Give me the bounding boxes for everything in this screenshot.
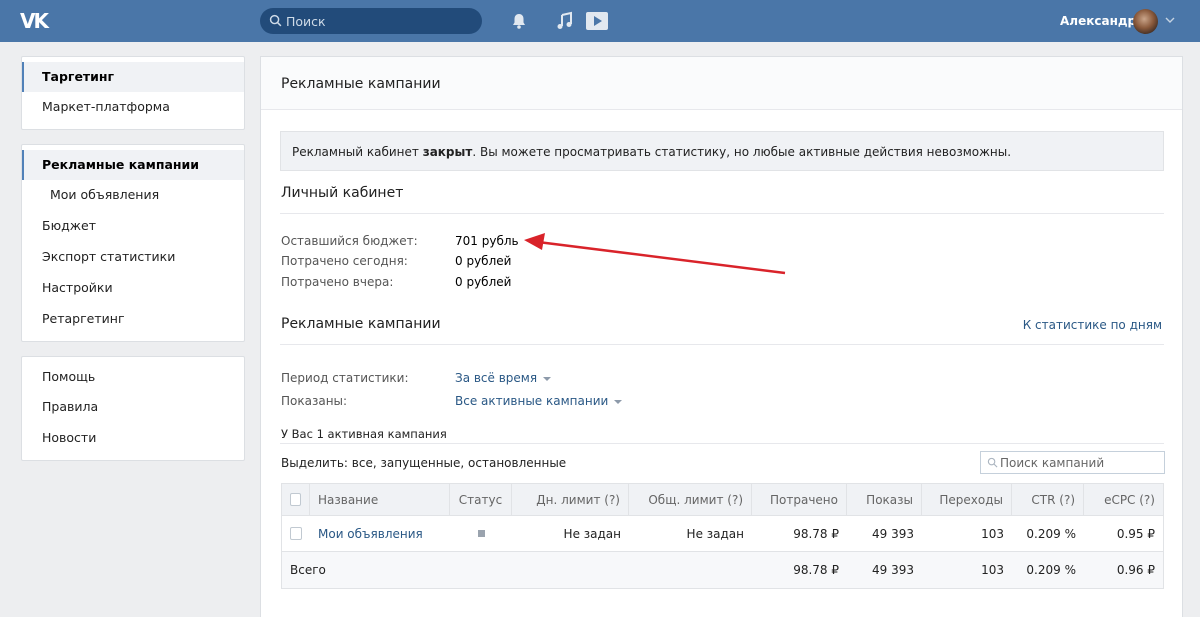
campaigns-table: Название Статус Дн. лимит (?) Общ. лимит… bbox=[281, 483, 1164, 589]
column-header-total-limit[interactable]: Общ. лимит (?) bbox=[629, 484, 752, 515]
shown-label: Показаны: bbox=[281, 394, 348, 408]
status-indicator-icon[interactable] bbox=[477, 530, 485, 537]
notifications-bell-icon[interactable] bbox=[509, 11, 529, 31]
total-spent-cell: 98.78 ₽ bbox=[793, 563, 839, 577]
period-label: Период статистики: bbox=[281, 371, 409, 385]
shown-dropdown-value: Все активные кампании bbox=[455, 394, 609, 408]
campaign-search-input[interactable] bbox=[1000, 452, 1160, 473]
row-checkbox-cell bbox=[282, 516, 310, 551]
column-header-ecpc[interactable]: eCPC (?) bbox=[1084, 484, 1163, 515]
total-impressions-cell: 49 393 bbox=[872, 563, 914, 577]
column-header-clicks[interactable]: Переходы bbox=[922, 484, 1012, 515]
remaining-budget-value: 701 рубль bbox=[455, 234, 519, 248]
table-header-row: Название Статус Дн. лимит (?) Общ. лимит… bbox=[282, 484, 1163, 516]
column-header-ctr[interactable]: CTR (?) bbox=[1012, 484, 1084, 515]
select-all-checkbox[interactable] bbox=[290, 493, 301, 506]
user-name[interactable]: Александр bbox=[1060, 14, 1136, 28]
page-title: Рекламные кампании bbox=[281, 76, 441, 92]
column-header-day-limit[interactable]: Дн. лимит (?) bbox=[512, 484, 629, 515]
column-header-impressions[interactable]: Показы bbox=[847, 484, 922, 515]
sidebar-item-news[interactable]: Новости bbox=[22, 423, 244, 453]
daily-stats-link[interactable]: К статистике по дням bbox=[1023, 318, 1162, 332]
divider bbox=[280, 344, 1164, 345]
campaign-name-link[interactable]: Мои объявления bbox=[318, 527, 423, 541]
sidebar-group-products: Таргетинг Маркет-платформа bbox=[21, 56, 245, 130]
select-all-checkbox-cell bbox=[282, 484, 310, 515]
ctr-cell: 0.209 % bbox=[1026, 526, 1076, 541]
divider bbox=[280, 213, 1164, 214]
avatar[interactable] bbox=[1133, 9, 1158, 34]
spent-today-value: 0 рублей bbox=[455, 254, 512, 268]
column-header-name[interactable]: Название bbox=[310, 484, 450, 515]
column-header-spent[interactable]: Потрачено bbox=[752, 484, 847, 515]
sidebar-item-settings[interactable]: Настройки bbox=[22, 273, 244, 303]
row-checkbox[interactable] bbox=[290, 527, 302, 540]
shown-dropdown[interactable]: Все активные кампании bbox=[455, 394, 623, 408]
period-dropdown[interactable]: За всё время bbox=[455, 371, 552, 385]
spent-yesterday-label: Потрачено вчера: bbox=[281, 275, 394, 289]
sidebar-item-rules[interactable]: Правила bbox=[22, 392, 244, 422]
total-label-cell: Всего bbox=[290, 563, 326, 577]
vk-logo[interactable]: VK bbox=[20, 10, 54, 32]
search-icon bbox=[269, 14, 282, 27]
spent-yesterday-value: 0 рублей bbox=[455, 275, 512, 289]
main-header: Рекламные кампании bbox=[261, 57, 1182, 110]
period-dropdown-value: За всё время bbox=[455, 371, 538, 385]
music-icon[interactable] bbox=[555, 11, 575, 31]
clicks-cell: 103 bbox=[981, 526, 1004, 541]
select-stopped-link[interactable]: остановленные bbox=[468, 456, 566, 470]
table-row: Мои объявления Не задан Не задан 98.78 ₽… bbox=[282, 516, 1163, 552]
sidebar-item-export-stats[interactable]: Экспорт статистики bbox=[22, 242, 244, 272]
sidebar-item-my-ads[interactable]: Мои объявления bbox=[22, 180, 244, 210]
vk-ads-page: VK Александр Таргетинг Маркет-платформа … bbox=[0, 0, 1200, 617]
day-limit-cell[interactable]: Не задан bbox=[512, 516, 629, 551]
top-navigation-bar: VK Александр bbox=[0, 0, 1200, 42]
sidebar-item-ad-campaigns[interactable]: Рекламные кампании bbox=[22, 150, 244, 180]
sidebar-item-budget[interactable]: Бюджет bbox=[22, 211, 244, 241]
sidebar-group-campaigns: Рекламные кампании Мои объявления Бюджет… bbox=[21, 144, 245, 342]
account-closed-notice: Рекламный кабинет закрыт. Вы можете прос… bbox=[280, 131, 1164, 171]
remaining-budget-label: Оставшийся бюджет: bbox=[281, 234, 418, 248]
play-video-icon[interactable] bbox=[586, 11, 608, 31]
notice-prefix: Рекламный кабинет bbox=[292, 145, 423, 159]
sidebar-group-help: Помощь Правила Новости bbox=[21, 356, 245, 461]
column-header-status[interactable]: Статус bbox=[450, 484, 512, 515]
notice-bold: закрыт bbox=[422, 145, 473, 159]
select-prefix: Выделить: bbox=[281, 456, 352, 470]
select-all-link[interactable]: все bbox=[352, 456, 373, 470]
spent-today-label: Потрачено сегодня: bbox=[281, 254, 408, 268]
impressions-cell: 49 393 bbox=[872, 526, 914, 541]
divider bbox=[280, 443, 1164, 444]
search-input[interactable] bbox=[286, 8, 476, 34]
total-ctr-cell: 0.209 % bbox=[1026, 563, 1076, 577]
ecpc-cell: 0.95 ₽ bbox=[1116, 526, 1155, 541]
chevron-down-icon[interactable] bbox=[1164, 14, 1176, 26]
select-running-link[interactable]: запущенные bbox=[380, 456, 460, 470]
sidebar-item-market-platform[interactable]: Маркет-платформа bbox=[22, 92, 244, 122]
active-campaign-count: У Вас 1 активная кампания bbox=[281, 427, 447, 441]
total-limit-cell[interactable]: Не задан bbox=[629, 516, 752, 551]
search-icon bbox=[987, 457, 998, 468]
spent-cell: 98.78 ₽ bbox=[793, 526, 839, 541]
sidebar-item-retargeting[interactable]: Ретаргетинг bbox=[22, 304, 244, 334]
total-ecpc-cell: 0.96 ₽ bbox=[1116, 563, 1155, 577]
campaigns-section-title: Рекламные кампании bbox=[281, 316, 441, 332]
caret-down-icon bbox=[614, 399, 623, 404]
campaign-search[interactable] bbox=[980, 451, 1165, 474]
select-filter-row: Выделить: все, запущенные, остановленные bbox=[281, 456, 567, 470]
total-clicks-cell: 103 bbox=[981, 563, 1004, 577]
account-section-title: Личный кабинет bbox=[281, 185, 404, 201]
campaign-name-cell: Мои объявления bbox=[310, 516, 450, 551]
table-total-row: Всего 98.78 ₽ 49 393 103 0.209 % 0.96 ₽ bbox=[282, 552, 1163, 588]
notice-text: Рекламный кабинет закрыт. Вы можете прос… bbox=[292, 145, 1011, 159]
sidebar-item-help[interactable]: Помощь bbox=[22, 362, 244, 392]
global-search[interactable] bbox=[260, 8, 482, 34]
status-cell bbox=[450, 516, 512, 551]
notice-suffix: . Вы можете просматривать статистику, но… bbox=[472, 145, 1012, 159]
caret-down-icon bbox=[543, 376, 552, 381]
sidebar-item-targeting[interactable]: Таргетинг bbox=[22, 62, 244, 92]
main-panel: Рекламные кампании Рекламный кабинет зак… bbox=[260, 56, 1183, 617]
